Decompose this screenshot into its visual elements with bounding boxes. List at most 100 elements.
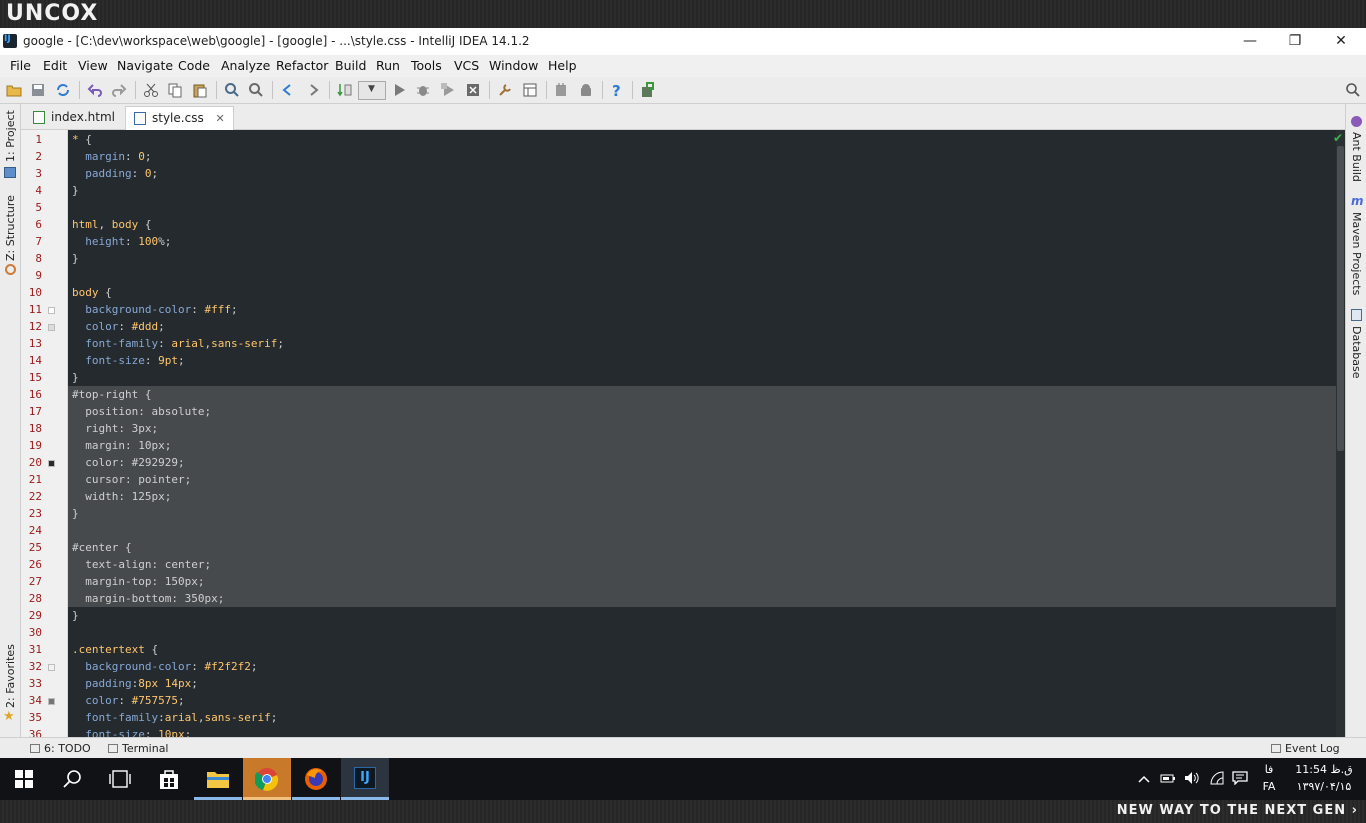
menu-tools[interactable]: Tools (411, 58, 442, 73)
chrome-button[interactable] (243, 758, 291, 800)
wifi-icon[interactable] (1209, 771, 1225, 785)
open-folder-icon[interactable] (6, 82, 22, 98)
menu-vcs[interactable]: VCS (454, 58, 479, 73)
plugin-icon[interactable] (640, 82, 656, 98)
color-swatch[interactable] (48, 664, 55, 671)
line-number[interactable]: 12 (21, 320, 42, 333)
line-number[interactable]: 34 (21, 694, 42, 707)
event-log-button[interactable]: Event Log (1271, 742, 1340, 755)
restore-button[interactable]: ❐ (1275, 31, 1315, 51)
keyboard-layout-short[interactable]: فا (1261, 763, 1277, 776)
line-number[interactable]: 28 (21, 592, 42, 605)
line-number[interactable]: 6 (21, 218, 42, 231)
paste-icon[interactable] (192, 82, 208, 98)
line-number[interactable]: 2 (21, 150, 42, 163)
menu-analyze[interactable]: Analyze (221, 58, 270, 73)
tool-tab-ant-build[interactable]: Ant Build (1350, 132, 1363, 182)
notifications-icon[interactable] (1232, 771, 1248, 785)
start-button[interactable] (0, 758, 48, 800)
run-icon[interactable] (391, 82, 407, 98)
help-icon[interactable]: ? (609, 82, 625, 98)
volume-icon[interactable] (1184, 771, 1200, 785)
line-number[interactable]: 33 (21, 677, 42, 690)
menu-file[interactable]: File (10, 58, 31, 73)
search-button[interactable] (48, 758, 96, 800)
menu-window[interactable]: Window (489, 58, 538, 73)
line-number[interactable]: 3 (21, 167, 42, 180)
line-number[interactable]: 1 (21, 133, 42, 146)
store-app-button[interactable] (145, 758, 193, 800)
line-number[interactable]: 25 (21, 541, 42, 554)
find-icon[interactable] (224, 82, 240, 98)
code-editor[interactable]: * { margin: 0; padding: 0;} html, body { … (68, 130, 1345, 737)
line-number[interactable]: 15 (21, 371, 42, 384)
line-number[interactable]: 17 (21, 405, 42, 418)
run-config-dropdown[interactable]: ▼ (358, 81, 386, 100)
color-swatch[interactable] (48, 460, 55, 467)
keyboard-layout[interactable]: FA (1261, 780, 1277, 793)
minimize-button[interactable]: — (1230, 31, 1270, 51)
line-number[interactable]: 5 (21, 201, 42, 214)
project-structure-icon[interactable] (522, 82, 538, 98)
forward-icon[interactable] (305, 82, 321, 98)
tool-tab-favorites[interactable]: 2: Favorites (4, 644, 17, 708)
editor-scrollbar[interactable]: ✔ (1333, 130, 1345, 737)
close-button[interactable]: ✕ (1321, 31, 1361, 51)
scrollbar-thumb[interactable] (1337, 146, 1344, 451)
android-icon[interactable] (578, 82, 594, 98)
task-view-button[interactable] (96, 758, 144, 800)
sync-icon[interactable] (55, 82, 71, 98)
debug-icon[interactable] (415, 82, 431, 98)
color-swatch[interactable] (48, 324, 55, 331)
line-number[interactable]: 23 (21, 507, 42, 520)
line-number[interactable]: 36 (21, 728, 42, 737)
sdk-manager-icon[interactable] (553, 82, 569, 98)
menu-view[interactable]: View (78, 58, 108, 73)
search-everywhere-icon[interactable] (1345, 82, 1361, 98)
todo-tool-button[interactable]: 6: TODO (30, 742, 91, 755)
tool-tab-database[interactable]: Database (1350, 326, 1363, 379)
settings-icon[interactable] (497, 82, 513, 98)
line-number[interactable]: 29 (21, 609, 42, 622)
line-number[interactable]: 9 (21, 269, 42, 282)
menu-edit[interactable]: Edit (43, 58, 67, 73)
line-number[interactable]: 8 (21, 252, 42, 265)
menu-navigate[interactable]: Navigate (117, 58, 173, 73)
line-number[interactable]: 31 (21, 643, 42, 656)
line-number[interactable]: 16 (21, 388, 42, 401)
clock-time[interactable]: 11:54 ق.ظ (1290, 763, 1358, 776)
line-number[interactable]: 27 (21, 575, 42, 588)
line-number[interactable]: 4 (21, 184, 42, 197)
menu-help[interactable]: Help (548, 58, 577, 73)
save-all-icon[interactable] (30, 82, 46, 98)
line-number[interactable]: 35 (21, 711, 42, 724)
copy-icon[interactable] (167, 82, 183, 98)
color-swatch[interactable] (48, 307, 55, 314)
line-number[interactable]: 7 (21, 235, 42, 248)
tool-tab-maven-projects[interactable]: Maven Projects (1350, 212, 1363, 295)
tool-tab-project[interactable]: 1: Project (4, 110, 17, 162)
tool-tab-structure[interactable]: Z: Structure (4, 195, 17, 261)
line-number[interactable]: 19 (21, 439, 42, 452)
color-swatch[interactable] (48, 698, 55, 705)
undo-icon[interactable] (87, 82, 103, 98)
cut-icon[interactable] (143, 82, 159, 98)
file-explorer-button[interactable] (194, 758, 242, 800)
line-number[interactable]: 26 (21, 558, 42, 571)
firefox-button[interactable] (292, 758, 340, 800)
tab-close-icon[interactable]: ✕ (216, 112, 225, 125)
terminal-tool-button[interactable]: Terminal (108, 742, 169, 755)
replace-icon[interactable] (248, 82, 264, 98)
battery-icon[interactable] (1160, 772, 1176, 784)
coverage-icon[interactable] (440, 82, 456, 98)
line-number[interactable]: 10 (21, 286, 42, 299)
intellij-button[interactable]: IJ (341, 758, 389, 800)
line-number[interactable]: 32 (21, 660, 42, 673)
line-number[interactable]: 22 (21, 490, 42, 503)
menu-run[interactable]: Run (376, 58, 400, 73)
line-number[interactable]: 24 (21, 524, 42, 537)
menu-build[interactable]: Build (335, 58, 366, 73)
back-icon[interactable] (280, 82, 296, 98)
line-number[interactable]: 30 (21, 626, 42, 639)
line-number[interactable]: 13 (21, 337, 42, 350)
